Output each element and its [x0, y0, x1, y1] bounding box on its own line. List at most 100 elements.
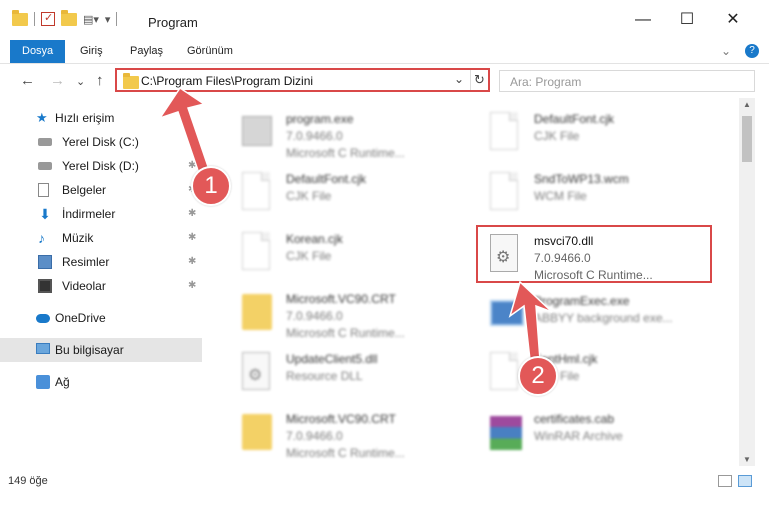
pin-icon: ✱ — [188, 280, 197, 291]
nav-item-label: OneDrive — [55, 311, 106, 325]
nav-item-onedrive[interactable]: OneDrive — [0, 306, 202, 330]
file-name: UpdateClient5.dll — [286, 352, 378, 366]
title-bar: ▤▾ ▾ Program — ☐ ✕ — [0, 0, 769, 40]
file-type: CJK File — [286, 189, 332, 203]
pin-icon: ✱ — [188, 136, 197, 147]
address-bar[interactable]: C:\Program Files\Program Dizini ⌄ ↻ — [115, 68, 490, 92]
file-description: Microsoft C Runtime... — [286, 146, 405, 160]
file-item[interactable]: FontHml.cjk CJK File — [478, 344, 718, 404]
nav-item-label: Resimler — [62, 255, 110, 269]
file-item[interactable]: Korean.cjk CJK File — [230, 224, 470, 284]
file-item[interactable]: ⚙ UpdateClient5.dll Resource DLL — [230, 344, 470, 404]
minimize-button[interactable]: — — [628, 8, 658, 32]
nav-item-label: Belgeler — [62, 183, 107, 197]
expand-ribbon-icon[interactable]: ⌄ — [721, 44, 731, 58]
nav-item-label: Yerel Disk (C:) — [62, 135, 139, 149]
file-item[interactable]: Microsoft.VC90.CRT 7.0.9466.0 Microsoft … — [230, 284, 470, 344]
folder-icon — [242, 294, 272, 330]
file-description: Microsoft C Runtime... — [286, 446, 405, 460]
tab-dosya[interactable]: Dosya — [10, 40, 66, 63]
exe-file-icon — [490, 300, 524, 326]
scroll-down-icon[interactable]: ▼ — [743, 455, 751, 464]
help-icon[interactable]: ? — [745, 44, 759, 58]
up-button[interactable]: ↑ — [96, 72, 104, 89]
file-type: Resource DLL — [286, 369, 363, 383]
tab-paylas[interactable]: Paylaş — [120, 40, 173, 63]
back-button[interactable]: ← — [20, 72, 35, 89]
file-description: Microsoft C Runtime... — [286, 326, 405, 340]
file-name: SndToWP13.wcm — [534, 172, 629, 186]
new-folder-icon[interactable] — [61, 9, 77, 26]
status-bar: 149 öğe — [0, 470, 769, 507]
divider — [116, 12, 118, 26]
chevron-down-icon[interactable]: ▾ — [105, 13, 111, 26]
nav-item-videos[interactable]: Videolar ✱ — [0, 274, 202, 298]
file-name: Korean.cjk — [286, 232, 343, 246]
nav-item-downloads[interactable]: ⬇ İndirmeler ✱ — [0, 202, 202, 226]
file-type: CJK File — [286, 249, 332, 263]
customize-toolbar-icon[interactable]: ▤▾ — [83, 13, 99, 26]
file-item[interactable]: Microsoft.VC90.CRT 7.0.9466.0 Microsoft … — [230, 404, 470, 464]
address-path[interactable]: C:\Program Files\Program Dizini — [141, 74, 313, 88]
forward-button[interactable]: → — [50, 72, 65, 89]
close-button[interactable]: ✕ — [718, 8, 748, 32]
exe-file-icon — [242, 116, 272, 146]
nav-item-local-disk-c[interactable]: Yerel Disk (C:) ✱ — [0, 130, 202, 154]
tab-giris[interactable]: Giriş — [70, 40, 113, 63]
refresh-button[interactable]: ↻ — [470, 70, 488, 90]
file-item[interactable]: program.exe 7.0.9466.0 Microsoft C Runti… — [230, 104, 470, 164]
pin-icon: ✱ — [188, 232, 197, 243]
nav-item-documents[interactable]: Belgeler ✱ — [0, 178, 202, 202]
nav-item-label: Hızlı erişim — [55, 111, 115, 125]
details-view-icon[interactable] — [718, 475, 732, 487]
nav-item-label: Bu bilgisayar — [55, 343, 124, 357]
ribbon-tabs: Dosya Giriş Paylaş Görünüm ⌄ ? — [0, 40, 769, 64]
archive-icon — [490, 416, 522, 450]
nav-item-network[interactable]: Ağ — [0, 370, 202, 394]
callout-2: 2 — [518, 356, 558, 396]
maximize-button[interactable]: ☐ — [672, 8, 702, 32]
callout-1: 1 — [191, 166, 231, 206]
file-item[interactable]: ProgramExec.exe ABBYY background exe... — [478, 286, 718, 346]
nav-item-local-disk-d[interactable]: Yerel Disk (D:) ✱ — [0, 154, 202, 178]
file-icon — [242, 172, 270, 210]
folder-icon[interactable] — [12, 9, 28, 26]
folder-icon — [123, 73, 139, 89]
address-dropdown-icon[interactable]: ⌄ — [454, 72, 464, 86]
music-icon: ♪ — [38, 230, 45, 246]
file-item[interactable]: DefaultFont.cjk CJK File — [478, 104, 718, 164]
download-icon: ⬇ — [39, 206, 51, 222]
file-item[interactable]: SndToWP13.wcm WCM File — [478, 164, 718, 224]
file-item[interactable]: certificates.cab WinRAR Archive — [478, 404, 718, 464]
star-icon: ★ — [36, 110, 48, 125]
navigation-pane: ★ Hızlı erişim Yerel Disk (C:) ✱ Yerel D… — [0, 100, 212, 465]
file-name: Microsoft.VC90.CRT — [286, 412, 396, 426]
nav-item-pictures[interactable]: Resimler ✱ — [0, 250, 202, 274]
recent-locations-button[interactable]: ⌄ — [76, 75, 85, 88]
scrollbar-thumb[interactable] — [742, 116, 752, 162]
file-icon — [242, 232, 270, 270]
tab-gorunum[interactable]: Görünüm — [177, 40, 243, 63]
file-name: program.exe — [286, 112, 354, 126]
divider — [34, 12, 35, 26]
file-type: WinRAR Archive — [534, 429, 623, 443]
network-icon — [36, 375, 50, 389]
computer-icon — [36, 343, 50, 354]
nav-item-quick-access[interactable]: ★ Hızlı erişim — [0, 106, 202, 130]
search-placeholder: Ara: Program — [510, 75, 582, 89]
nav-item-music[interactable]: ♪ Müzik ✱ — [0, 226, 202, 250]
pin-icon: ✱ — [188, 256, 197, 267]
file-name: Microsoft.VC90.CRT — [286, 292, 396, 306]
nav-item-this-pc[interactable]: Bu bilgisayar — [0, 338, 202, 362]
search-input[interactable]: Ara: Program — [499, 70, 755, 92]
scroll-up-icon[interactable]: ▲ — [743, 100, 751, 109]
large-icons-view-icon[interactable] — [738, 475, 752, 487]
pictures-icon — [38, 255, 52, 269]
vertical-scrollbar[interactable]: ▲ ▼ — [739, 98, 755, 466]
cloud-icon — [36, 314, 50, 323]
documents-icon — [38, 183, 49, 197]
nav-item-label: Ağ — [55, 375, 70, 389]
file-icon — [490, 172, 518, 210]
file-item[interactable]: DefaultFont.cjk CJK File — [230, 164, 470, 224]
properties-icon[interactable] — [41, 11, 55, 26]
